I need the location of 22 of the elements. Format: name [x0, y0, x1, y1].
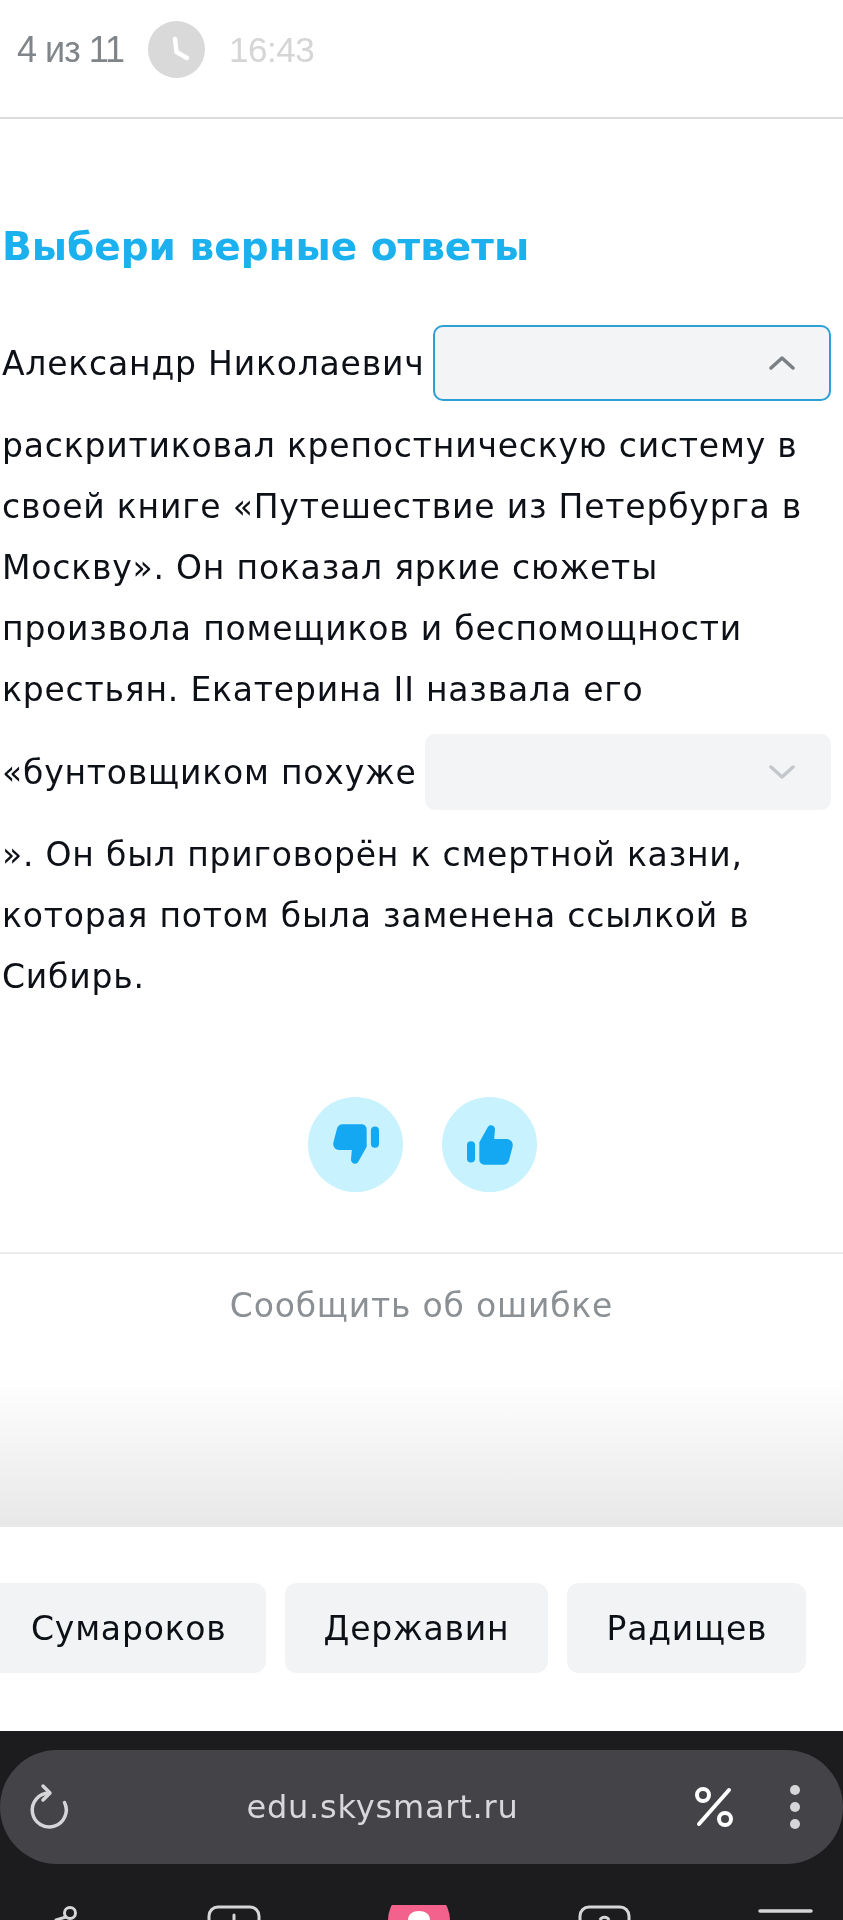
task-text: раскритиковал крепостническую систему в своей книге «Путешествие из Петербурга в Москву». Он показал яркие сюжеты произвола помещиков и беспомощности крестьян. Екатерина II назвала его — [2, 425, 804, 711]
thumbs-down-icon — [332, 1124, 379, 1165]
clock-icon — [148, 21, 205, 78]
thumbs-up-icon — [466, 1124, 513, 1165]
answer-option[interactable]: Сумароков — [0, 1583, 266, 1673]
chevron-up-icon — [769, 356, 795, 370]
url-text: edu.skysmart.ru — [246, 1788, 519, 1826]
app-logo-icon[interactable] — [388, 1905, 450, 1920]
percent-icon[interactable] — [694, 1786, 734, 1828]
answer-option[interactable]: Державин — [284, 1583, 549, 1673]
tab-add-icon[interactable] — [206, 1905, 261, 1920]
task-text: Александр Николаевич — [2, 342, 425, 385]
task-text: ». Он был приговорён к смертной казни, которая потом была заменена ссылкой в Сибирь. — [2, 834, 751, 998]
address-bar[interactable]: edu.skysmart.ru — [0, 1750, 843, 1864]
answer-dropdown[interactable] — [432, 325, 831, 401]
task-text: «бунтовщиком похуже — [2, 751, 417, 794]
answer-option[interactable]: Радищев — [567, 1583, 807, 1673]
task-title: Выбери верные ответы — [2, 223, 531, 271]
tabs-icon[interactable] — [577, 1905, 631, 1920]
progress-counter: 4 из 11 — [17, 28, 124, 71]
chevron-down-icon — [769, 765, 795, 779]
more-options-icon[interactable] — [790, 1785, 800, 1829]
